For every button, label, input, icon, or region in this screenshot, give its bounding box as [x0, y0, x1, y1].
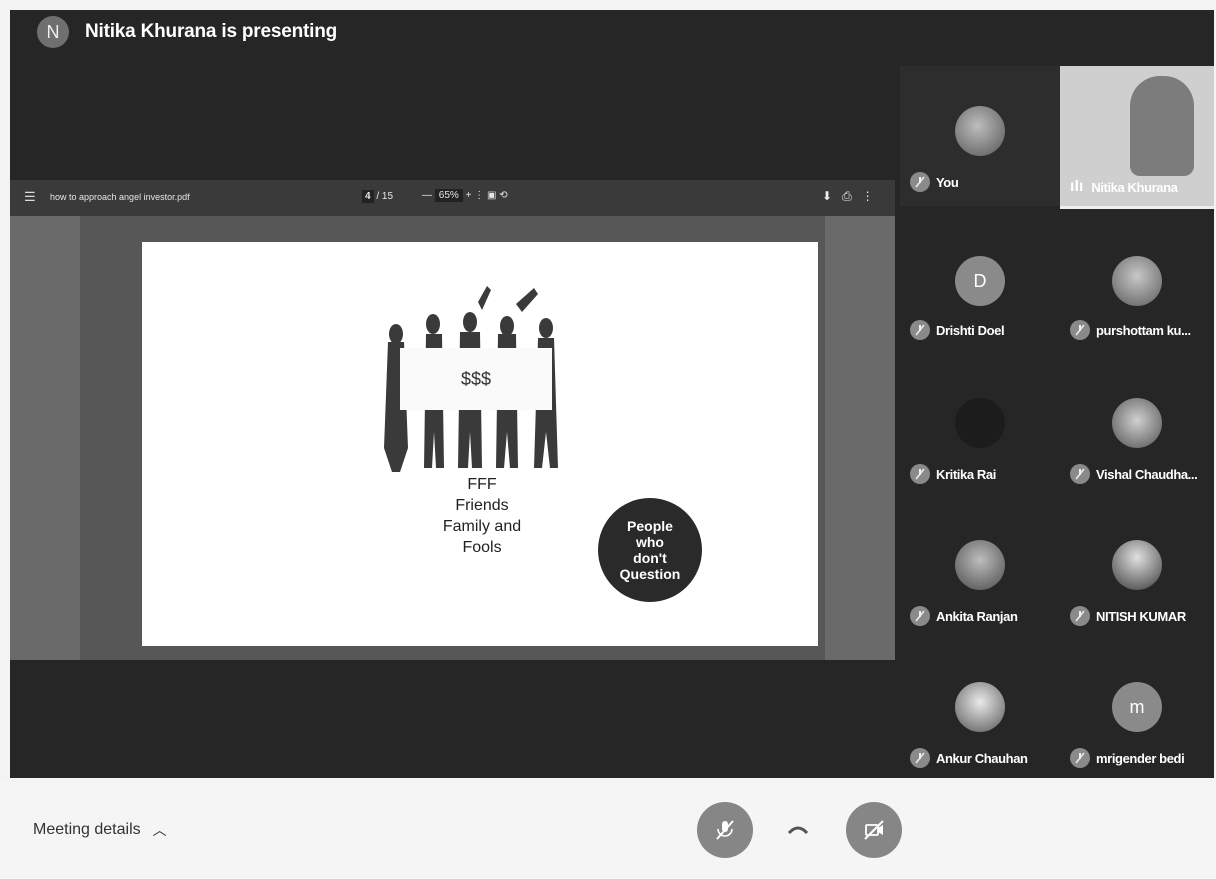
participant-name: You	[936, 174, 959, 190]
participant-name: Nitika Khurana	[1091, 179, 1178, 195]
participant-name: Ankur Chauhan	[936, 750, 1028, 766]
pdf-left-gutter	[10, 216, 80, 660]
people-circle: People who don't Question	[598, 498, 702, 602]
participant-tile-vishal[interactable]: Vishal Chaudha...	[1060, 360, 1214, 500]
speaking-icon: ıIı	[1070, 178, 1084, 195]
circle-line: who	[635, 534, 664, 550]
participant-tile-drishti[interactable]: D Drishti Doel	[900, 218, 1060, 358]
menu-icon[interactable]: ☰	[24, 189, 36, 205]
zoom-controls: — 65% + ⋮ ▣ ⟲	[422, 189, 508, 202]
camera-toggle-button[interactable]	[846, 802, 902, 858]
mic-off-icon	[910, 606, 930, 626]
hang-up-icon	[787, 826, 809, 835]
participant-name: Kritika Rai	[936, 466, 996, 482]
participant-name: Vishal Chaudha...	[1096, 466, 1198, 482]
circle-line: don't	[633, 550, 667, 566]
toolbar-actions: ⬇⎙⋮	[822, 189, 884, 204]
mic-off-icon	[1070, 748, 1090, 768]
caption-line: Fools	[462, 539, 502, 556]
zoom-level[interactable]: 65%	[434, 189, 463, 202]
participant-tile-kritika[interactable]: Kritika Rai	[900, 360, 1060, 500]
circle-line: People	[627, 518, 673, 534]
avatar	[1112, 256, 1162, 306]
avatar	[955, 682, 1005, 732]
mic-off-icon	[910, 172, 930, 192]
camera-off-icon	[864, 820, 884, 840]
avatar: m	[1112, 682, 1162, 732]
participant-name: Ankita Ranjan	[936, 608, 1018, 624]
presenter-banner: N Nitika Khurana is presenting	[10, 10, 337, 54]
participant-name: NITISH KUMAR	[1096, 608, 1186, 624]
caption-line: Friends	[455, 497, 509, 514]
avatar	[955, 540, 1005, 590]
mic-off-icon	[1070, 320, 1090, 340]
caption-line: Family and	[442, 518, 522, 535]
participant-tile-mrigender[interactable]: m mrigender bedi	[1060, 644, 1214, 778]
participant-tile-nitish[interactable]: NITISH KUMAR	[1060, 502, 1214, 642]
meeting-details-button[interactable]: Meeting details ︿	[33, 820, 167, 840]
chevron-up-icon: ︿	[152, 822, 167, 838]
mic-off-icon	[910, 464, 930, 484]
participant-tile-nitika[interactable]: ıIı Nitika Khurana	[1060, 66, 1214, 209]
meeting-stage: N Nitika Khurana is presenting ☰ how to …	[10, 10, 1214, 778]
bottom-control-bar: Meeting details ︿	[0, 782, 1216, 879]
mic-off-icon	[716, 820, 734, 840]
mic-off-icon	[910, 748, 930, 768]
page-total: / 15	[376, 191, 394, 202]
participant-tile-you[interactable]: You	[900, 66, 1060, 206]
page-number[interactable]: 4	[362, 190, 374, 203]
avatar: D	[955, 256, 1005, 306]
fit-page-icon[interactable]: ▣	[487, 190, 496, 201]
pdf-toolbar: ☰ how to approach angel investor.pdf 4 /…	[10, 180, 895, 216]
slide-page: $$$ FFF Friends Family and Fools People …	[142, 242, 818, 646]
money-sign: $$$	[400, 348, 552, 410]
zoom-out-icon[interactable]: —	[422, 190, 432, 201]
avatar	[955, 398, 1005, 448]
pdf-file-name: how to approach angel investor.pdf	[50, 192, 190, 202]
participant-tile-ankita[interactable]: Ankita Ranjan	[900, 502, 1060, 642]
presenter-avatar: N	[37, 16, 69, 48]
mic-off-icon	[1070, 464, 1090, 484]
participant-name: purshottam ku...	[1096, 322, 1191, 338]
avatar	[1112, 540, 1162, 590]
more-icon[interactable]: ⋮	[862, 189, 884, 203]
participant-name: Drishti Doel	[936, 322, 1005, 338]
participant-tile-purshottam[interactable]: purshottam ku...	[1060, 218, 1214, 358]
mic-toggle-button[interactable]	[697, 802, 753, 858]
avatar	[1112, 398, 1162, 448]
pdf-right-gutter	[825, 216, 895, 660]
print-icon[interactable]: ⎙	[842, 189, 862, 203]
mic-off-icon	[1070, 606, 1090, 626]
meeting-details-label: Meeting details	[33, 821, 141, 838]
rotate-icon[interactable]: ⟲	[499, 190, 507, 201]
participant-name: mrigender bedi	[1096, 750, 1185, 766]
circle-line: Question	[619, 566, 681, 582]
mic-off-icon	[910, 320, 930, 340]
participant-tile-ankur[interactable]: Ankur Chauhan	[900, 644, 1060, 778]
caption-line: FFF	[467, 476, 497, 493]
page-indicator: 4 / 15	[362, 190, 394, 203]
hang-up-button[interactable]	[770, 802, 826, 858]
women-illustration	[384, 286, 558, 472]
zoom-in-icon[interactable]: +	[466, 190, 472, 201]
video-feed	[1130, 76, 1194, 176]
avatar	[955, 106, 1005, 156]
presenter-label: Nitika Khurana is presenting	[85, 21, 338, 42]
slide-caption: FFF Friends Family and Fools	[382, 474, 582, 558]
download-icon[interactable]: ⬇	[822, 189, 842, 203]
